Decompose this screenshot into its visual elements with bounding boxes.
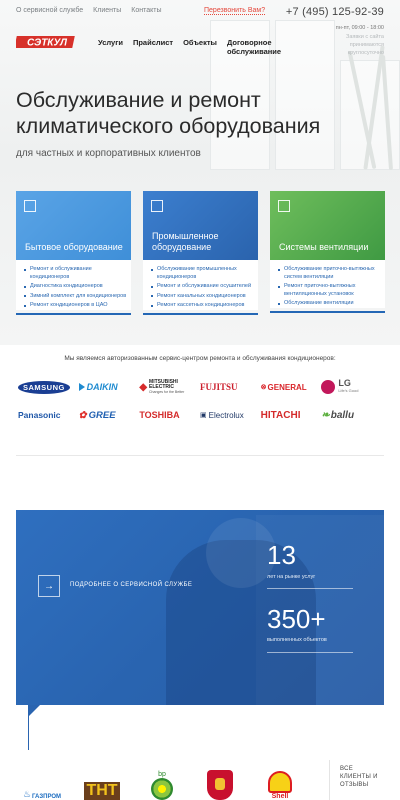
stat-divider	[267, 652, 353, 653]
service-card-title: Бытовое оборудование	[25, 242, 123, 252]
service-card-list: Обслуживание приточно-вытяжных систем ве…	[270, 260, 385, 308]
service-link[interactable]: Ремонт и обслуживание кондиционеров	[24, 266, 127, 281]
split-ac-icon	[24, 200, 36, 212]
brand-grid: SAMSUNG DAIKIN ◆ MITSUBISHI ELECTRIC Cha…	[18, 378, 382, 422]
callback-link[interactable]: Перезвонить Вам?	[204, 7, 266, 15]
brand-ballu: ❧ ballu	[321, 409, 355, 421]
logo[interactable]: СЭТКУЛ	[16, 35, 76, 49]
client-tnt-logo: ТНТ	[84, 782, 120, 800]
promo-tail	[28, 705, 40, 717]
service-link[interactable]: Ремонт кассетных кондиционеров	[151, 302, 254, 310]
promo-photo-head	[206, 518, 276, 588]
client-shell-logo: Shell	[258, 760, 302, 800]
section-divider	[16, 455, 384, 456]
industrial-unit-icon	[151, 200, 163, 212]
brand-toshiba: TOSHIBA	[139, 410, 180, 420]
service-card-header[interactable]: Промышленное оборудование	[143, 191, 258, 260]
service-card-header[interactable]: Бытовое оборудование	[16, 191, 131, 260]
top-links: О сервисной службе Клиенты Контакты	[16, 7, 162, 14]
service-link[interactable]: Ремонт канальных кондиционеров	[151, 293, 254, 301]
nav-contract-service[interactable]: Договорное обслуживание	[227, 38, 289, 56]
stat-years-label: лет на рынке услуг	[267, 574, 316, 580]
card-underline	[143, 312, 258, 315]
clients-strip: ♨ ГАЗПРОМ ТНТ bp Shell ВСЕ КЛИЕНТЫ И ОТЗ…	[16, 760, 384, 800]
service-card-list: Ремонт и обслуживание кондиционеров Диаг…	[16, 260, 131, 310]
service-card-household[interactable]: Бытовое оборудование Ремонт и обслуживан…	[16, 191, 131, 315]
hero-subtitle: для частных и корпоративных клиентов	[16, 148, 201, 159]
hero-title: Обслуживание и ремонт климатического обо…	[16, 88, 321, 138]
hours-note: Заявки с сайта принимаются круглосуточно	[346, 34, 384, 56]
nav-services[interactable]: Услуги	[98, 38, 123, 56]
top-link-about[interactable]: О сервисной службе	[16, 7, 83, 14]
top-link-contacts[interactable]: Контакты	[131, 7, 161, 14]
stat-divider	[267, 588, 353, 589]
brand-hitachi: HITACHI	[260, 409, 301, 421]
service-link[interactable]: Ремонт кондиционеров в ЦАО	[24, 302, 127, 310]
client-bp-logo: bp	[142, 760, 182, 800]
main-nav: Услуги Прайслист Объекты Договорное обсл…	[98, 38, 289, 56]
service-link[interactable]: Ремонт и обслуживание осушителей	[151, 283, 254, 291]
ventilation-icon	[278, 200, 290, 212]
nav-pricelist[interactable]: Прайслист	[133, 38, 173, 56]
client-gazprom-logo: ♨ ГАЗПРОМ	[22, 789, 62, 800]
authorized-text: Мы являемся авторизованным сервис-центро…	[64, 355, 336, 362]
brand-panasonic: Panasonic	[18, 410, 61, 420]
more-arrow-button[interactable]: →	[38, 575, 60, 597]
brand-fujitsu: FUJITSU	[200, 382, 238, 392]
service-link[interactable]: Обслуживание приточно-вытяжных систем ве…	[278, 266, 381, 281]
logo-text: СЭТКУЛ	[27, 38, 68, 49]
client-russia-emblem	[200, 760, 240, 800]
stat-objects-value: 350+	[267, 604, 326, 634]
more-about-service-link[interactable]: ПОДРОБНЕЕ О СЕРВИСНОЙ СЛУЖБЕ	[70, 582, 192, 588]
arrow-right-icon: →	[44, 580, 54, 592]
stat-objects-label: выполненных объектов	[267, 637, 327, 643]
card-underline	[16, 312, 131, 315]
service-card-title: Промышленное оборудование	[152, 231, 219, 252]
brand-daikin: DAIKIN	[78, 380, 140, 394]
working-hours: пн-пт, 09:00 - 18:00	[335, 25, 384, 31]
brand-samsung: SAMSUNG	[18, 380, 79, 394]
service-card-title: Системы вентиляции	[279, 242, 369, 252]
promo-panel	[16, 510, 384, 705]
service-card-header[interactable]: Системы вентиляции	[270, 191, 385, 260]
brand-electrolux: ▣ Electrolux	[200, 410, 244, 420]
service-link[interactable]: Обслуживание промышленных кондиционеров	[151, 266, 254, 281]
service-card-ventilation[interactable]: Системы вентиляции Обслуживание приточно…	[270, 191, 385, 313]
all-clients-link[interactable]: ВСЕ КЛИЕНТЫ И ОТЗЫВЫ	[329, 760, 384, 800]
brand-mitsubishi: ◆ MITSUBISHI ELECTRIC Changes for the Be…	[139, 378, 185, 394]
brand-general: ⊗ GENERAL	[260, 382, 307, 392]
card-underline	[270, 310, 385, 313]
service-card-industrial[interactable]: Промышленное оборудование Обслуживание п…	[143, 191, 258, 315]
nav-objects[interactable]: Объекты	[183, 38, 217, 56]
service-link[interactable]: Обслуживание вентиляции	[278, 300, 381, 308]
service-link[interactable]: Зимний комплект для кондиционеров	[24, 293, 127, 301]
gazprom-flame-icon: ♨	[22, 789, 32, 799]
service-link[interactable]: Диагностика кондиционеров	[24, 283, 127, 291]
brand-gree: ✿ GREE	[78, 409, 116, 421]
phone-number[interactable]: +7 (495) 125-92-39	[286, 6, 384, 18]
top-link-clients[interactable]: Клиенты	[93, 7, 121, 14]
service-card-list: Обслуживание промышленных кондиционеров …	[143, 260, 258, 310]
stat-years-value: 13	[267, 540, 296, 570]
brand-lg: LG Life's Good	[321, 379, 382, 394]
service-link[interactable]: Ремонт приточно-вытяжных вентиляционных …	[278, 283, 381, 298]
